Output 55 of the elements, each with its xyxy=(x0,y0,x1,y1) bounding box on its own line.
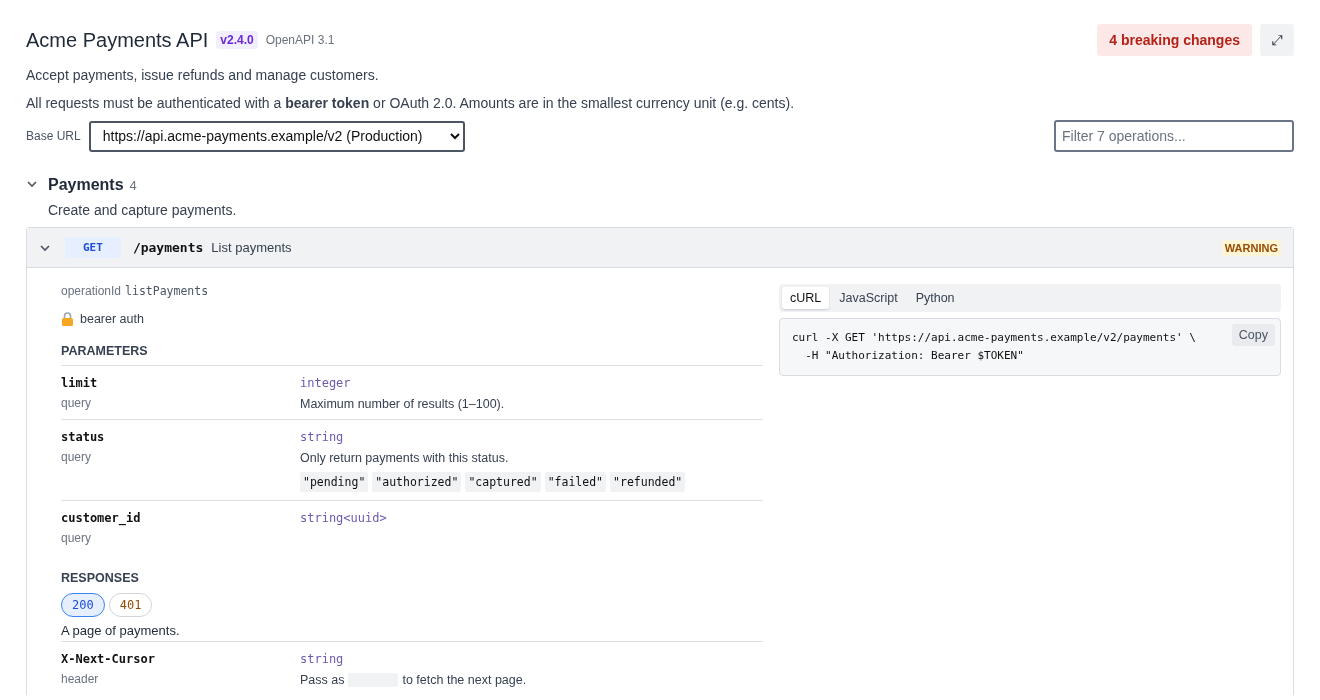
operation-summary: List payments xyxy=(211,240,292,255)
method-tag: GET xyxy=(65,237,121,258)
parameter-description: Maximum number of results (1–100). xyxy=(300,397,505,411)
group-title[interactable]: Payments xyxy=(48,176,124,194)
operation-id-label: operationId xyxy=(61,284,122,298)
parameter-location: query xyxy=(61,531,93,545)
parameter-type: string xyxy=(300,430,344,444)
enum-value: "authorized" xyxy=(372,472,462,492)
api-description: Accept payments, issue refunds and manage customers. xyxy=(26,66,380,84)
response-code-tab[interactable]: 200 xyxy=(61,593,105,617)
header-description: Pass as xyxy=(300,673,345,687)
expand-button[interactable]: ⤢ xyxy=(1260,24,1294,56)
code-tab[interactable]: cURL xyxy=(782,287,830,309)
breaking-changes-tag: 4 breaking changes xyxy=(1097,24,1252,56)
api-title: Acme Payments API xyxy=(26,28,209,52)
lock-icon xyxy=(61,312,74,326)
parameter-type: integer xyxy=(300,376,351,390)
header-location: header xyxy=(61,672,100,686)
parameter-location: query xyxy=(61,396,93,410)
enum-value: "pending" xyxy=(300,472,369,492)
version-tag: v2.4.0 xyxy=(216,31,258,49)
parameter-name: status xyxy=(61,430,106,444)
group-description: Create and capture payments. xyxy=(48,202,238,218)
auth-label: bearer auth xyxy=(80,312,144,326)
chevron-icon[interactable] xyxy=(26,178,38,190)
base-url-select[interactable]: https://api.acme-payments.example/v2 (Production) xyxy=(88,120,465,152)
api-description: All requests must be authenticated with a bearer token or OAuth 2.0. Amounts are in the smallest currency unit (e.g. cents). xyxy=(26,94,796,112)
parameter-name: customer_id xyxy=(61,511,142,525)
header-name: X-Next-Cursor xyxy=(61,652,156,666)
code-tab[interactable]: JavaScript xyxy=(831,287,906,309)
operation-path: /payments xyxy=(132,240,204,255)
spec-version: OpenAPI 3.1 xyxy=(265,33,335,47)
code-tab[interactable]: Python xyxy=(907,287,963,309)
header-type: string xyxy=(300,652,344,666)
parameter-name: limit xyxy=(61,376,99,390)
response-code-tab[interactable]: 401 xyxy=(108,593,153,617)
responses-heading: RESPONSES xyxy=(61,571,140,587)
enum-value: "failed" xyxy=(544,472,607,492)
filter-field[interactable]: Filter 7 operations... xyxy=(1054,120,1294,152)
operation-header[interactable]: GET /payments List payments WARNING xyxy=(27,228,1293,268)
parameters-heading: PARAMETERS xyxy=(61,344,149,360)
parameter-description: Only return payments with this status. xyxy=(300,451,509,465)
response-description: A page of payments. xyxy=(61,623,181,638)
code-line: curl -X GET 'https://api.acme-payments.example/v2/payments' \ xyxy=(792,330,1196,346)
parameter-location: query xyxy=(61,450,93,464)
enum-value: "refunded" xyxy=(610,472,686,492)
operation-id: listPayments xyxy=(125,284,209,298)
base-url-label: Base URL xyxy=(26,129,81,143)
parameter-type: string<uuid> xyxy=(300,511,387,525)
enum-value: "captured" xyxy=(465,472,541,492)
code-line: -H "Authorization: Bearer $TOKEN" xyxy=(804,348,1024,364)
group-count: 4 xyxy=(129,178,137,193)
copy-button[interactable]: Copy xyxy=(1231,324,1275,346)
warning-tag: WARNING xyxy=(1221,239,1281,256)
header-description: to fetch the next page. xyxy=(402,673,527,687)
